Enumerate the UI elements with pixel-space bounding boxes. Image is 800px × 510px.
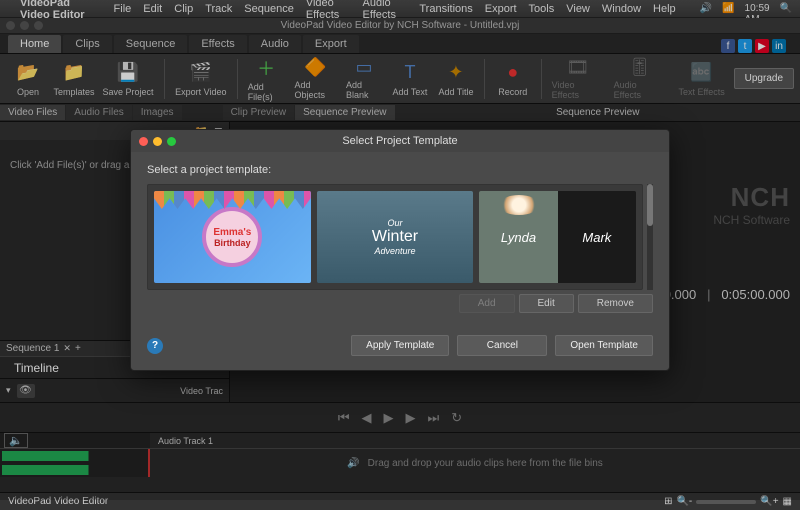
template-list: Emma'sBirthday Our Winter Adventure Lynd…	[147, 184, 643, 290]
dialog-close-icon[interactable]	[139, 137, 148, 146]
help-icon[interactable]: ?	[147, 338, 163, 354]
add-template-button: Add	[459, 294, 515, 313]
template-winter[interactable]: Our Winter Adventure	[317, 191, 474, 283]
template-dialog: Select Project Template Select a project…	[130, 129, 670, 371]
dialog-titlebar: Select Project Template	[131, 130, 669, 152]
zoom-slider[interactable]	[696, 500, 756, 504]
template-wedding[interactable]: Lynda Mark	[479, 191, 636, 283]
edit-template-button[interactable]: Edit	[519, 294, 574, 313]
dialog-minimize-icon[interactable]	[153, 137, 162, 146]
cancel-button[interactable]: Cancel	[457, 335, 547, 356]
dialog-prompt: Select a project template:	[147, 164, 653, 176]
dialog-maximize-icon[interactable]	[167, 137, 176, 146]
apply-template-button[interactable]: Apply Template	[351, 335, 449, 356]
template-birthday[interactable]: Emma'sBirthday	[154, 191, 311, 283]
modal-backdrop: Select Project Template Select a project…	[0, 0, 800, 500]
open-template-button[interactable]: Open Template	[555, 335, 653, 356]
remove-template-button[interactable]: Remove	[578, 294, 653, 313]
template-scrollbar[interactable]	[647, 184, 653, 290]
